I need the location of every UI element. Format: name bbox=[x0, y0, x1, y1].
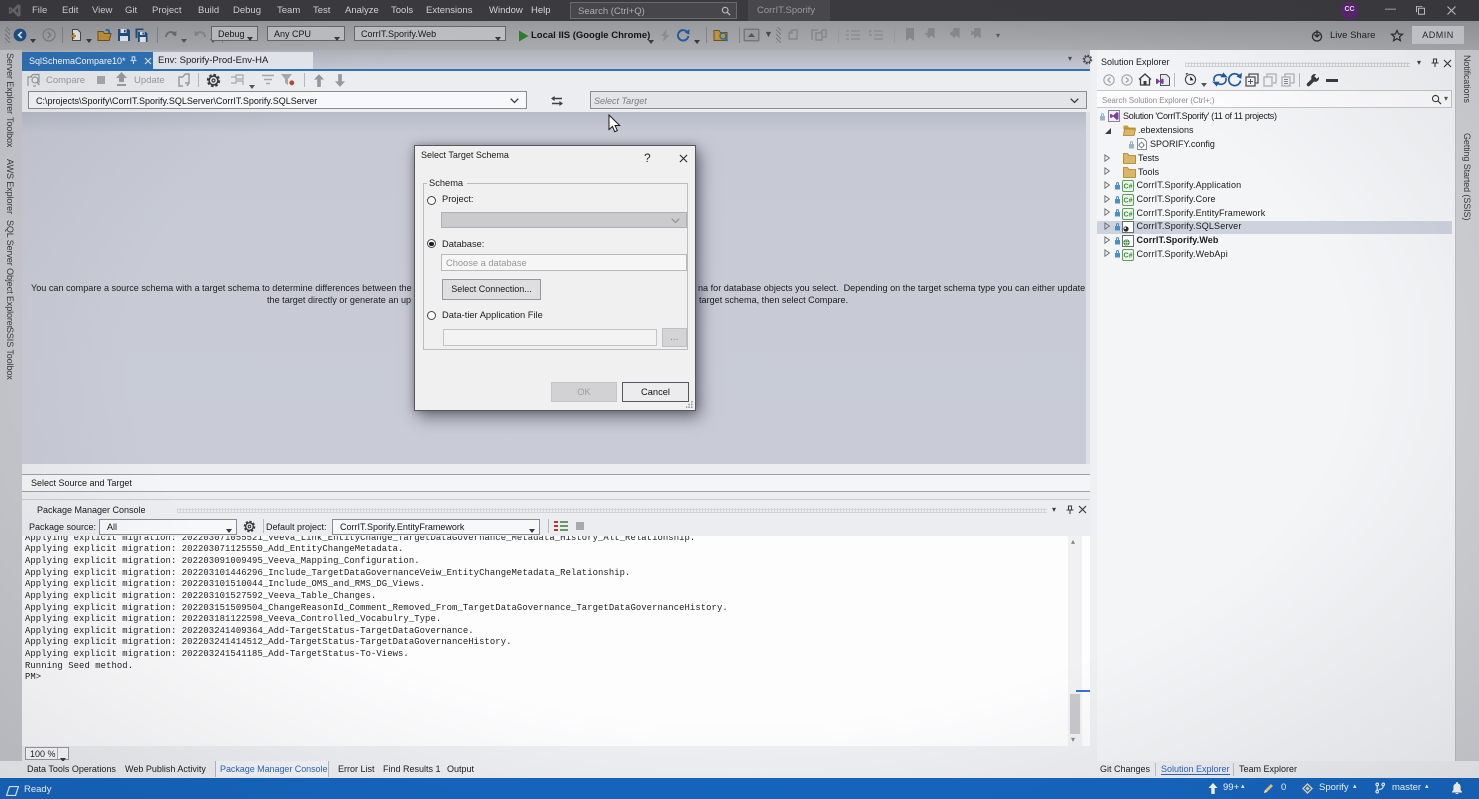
svg-text:C#: C# bbox=[1123, 211, 1132, 218]
svg-text:C#: C# bbox=[1123, 184, 1132, 191]
svg-text:C#: C# bbox=[1123, 252, 1132, 259]
svg-text:C#: C# bbox=[1123, 198, 1132, 205]
